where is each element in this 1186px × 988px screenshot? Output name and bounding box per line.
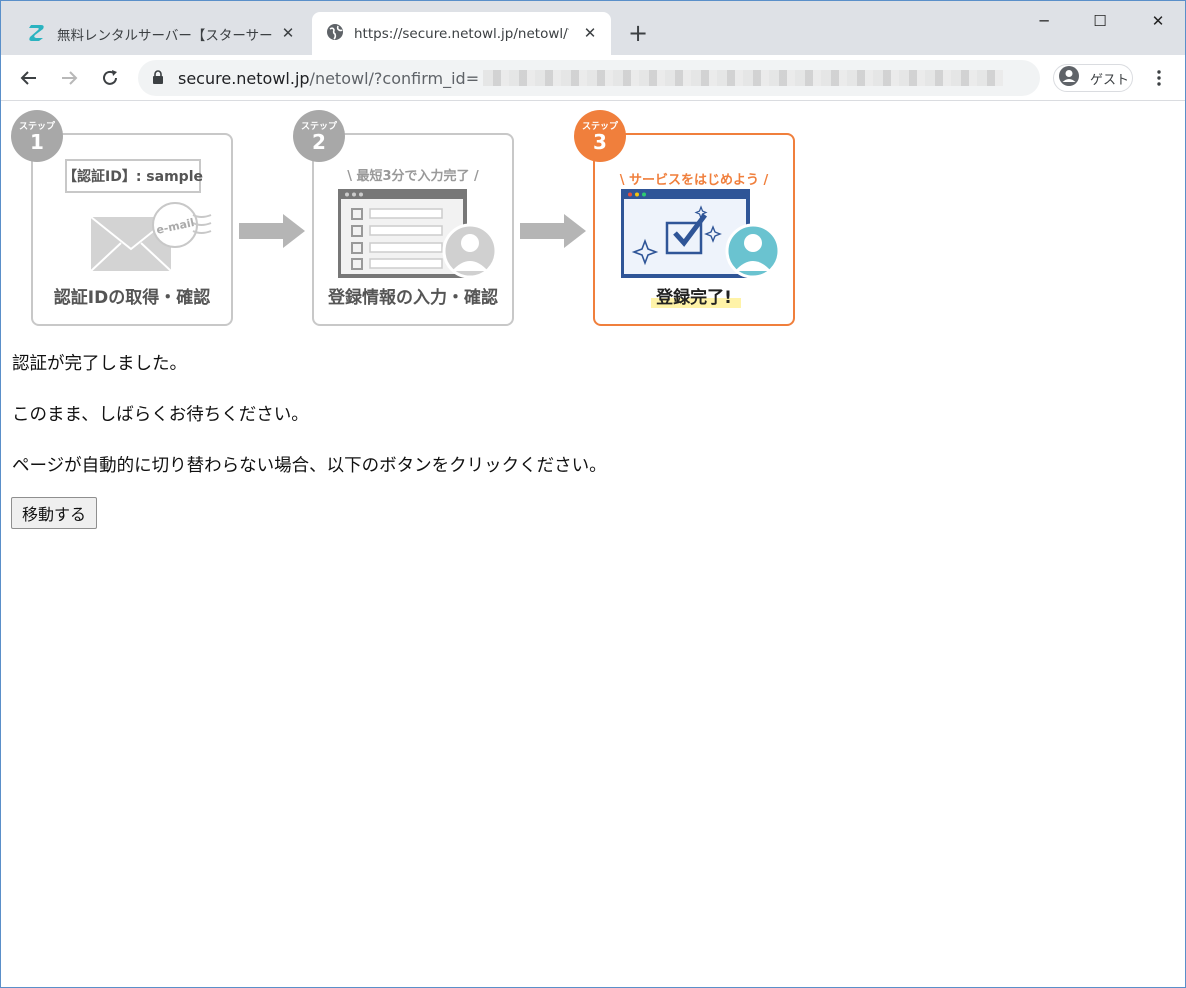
address-bar[interactable]: secure.netowl.jp/netowl/?confirm_id= <box>138 60 1040 96</box>
step-3-badge: ステップ 3 <box>574 110 626 162</box>
star-server-favicon <box>27 22 47 46</box>
step-2-badge: ステップ 2 <box>293 110 345 162</box>
more-vert-icon <box>1157 70 1161 86</box>
step-3-label: 登録完了! <box>656 288 732 308</box>
click-instruction-text: ページが自動的に切り替わらない場合、以下のボタンをクリックください。 <box>12 456 607 476</box>
auth-id-box: 【認証ID】: sample <box>63 159 203 193</box>
step-3-caption: \ サービスをはじめよう / <box>619 173 769 188</box>
tab-close-icon[interactable]: ✕ <box>279 24 297 42</box>
browser-toolbar: secure.netowl.jp/netowl/?confirm_id= ゲスト <box>1 55 1185 101</box>
back-button[interactable] <box>15 64 43 92</box>
new-tab-button[interactable]: + <box>625 21 651 47</box>
minimize-button[interactable]: ─ <box>1021 7 1067 35</box>
forward-button[interactable] <box>55 64 83 92</box>
avatar-icon <box>1058 65 1080 91</box>
please-wait-text: このまま、しばらくお待ちください。 <box>12 405 309 425</box>
step-3-card: \ サービスをはじめよう / 登録完了! <box>593 133 795 326</box>
tab-title: 無料レンタルサーバー【スターサーバーフリー】 <box>57 27 272 44</box>
step-1-label: 認証IDの取得・確認 <box>53 288 211 308</box>
reload-button[interactable] <box>96 64 124 92</box>
close-button[interactable]: ✕ <box>1135 7 1181 35</box>
step-2-label: 登録情報の入力・確認 <box>328 288 498 308</box>
tab-title: https://secure.netowl.jp/netowl/?confirm… <box>354 25 569 42</box>
url-path: /netowl/?confirm_id= <box>309 68 480 88</box>
reload-icon <box>103 70 117 85</box>
registration-steps-image: 【認証ID】: sample e-mail 認証IDの取得・確認 ステップ 1 <box>11 110 801 330</box>
forward-arrow-icon <box>62 71 78 85</box>
globe-icon <box>326 23 344 45</box>
url-host: secure.netowl.jp <box>178 68 310 88</box>
profile-label: ゲスト <box>1090 72 1130 88</box>
tab-netowl[interactable]: https://secure.netowl.jp/netowl/?confirm… <box>312 12 611 55</box>
checkmark-monitor-icon <box>621 189 781 279</box>
step-1-card: 【認証ID】: sample e-mail 認証IDの取得・確認 <box>31 133 233 326</box>
step-2-card: \ 最短3分で入力完了 / 登録情報の入力・確認 <box>312 133 514 326</box>
browser-window: 無料レンタルサーバー【スターサーバーフリー】 ✕ https://secure.… <box>0 0 1186 988</box>
move-button[interactable]: 移動する <box>11 497 98 529</box>
auth-complete-text: 認証が完了しました。 <box>12 354 187 374</box>
step-2-caption: \ 最短3分で入力完了 / <box>347 169 479 184</box>
step-1-badge: ステップ 1 <box>11 110 63 162</box>
page-content: 【認証ID】: sample e-mail 認証IDの取得・確認 ステップ 1 <box>1 102 1185 987</box>
form-monitor-icon <box>338 189 498 279</box>
tab-close-icon[interactable]: ✕ <box>581 24 599 42</box>
arrow-right-icon <box>520 214 586 248</box>
tab-star-server[interactable]: 無料レンタルサーバー【スターサーバーフリー】 ✕ <box>17 12 309 55</box>
lock-icon <box>152 69 164 88</box>
envelope-icon: e-mail <box>90 202 212 272</box>
profile-button[interactable]: ゲスト <box>1053 64 1133 92</box>
maximize-button[interactable]: ☐ <box>1077 7 1123 35</box>
back-arrow-icon <box>20 71 36 85</box>
arrow-right-icon <box>239 214 305 248</box>
url-redacted <box>483 70 1004 86</box>
menu-button[interactable] <box>1147 64 1171 92</box>
tab-strip: 無料レンタルサーバー【スターサーバーフリー】 ✕ https://secure.… <box>1 1 1185 55</box>
